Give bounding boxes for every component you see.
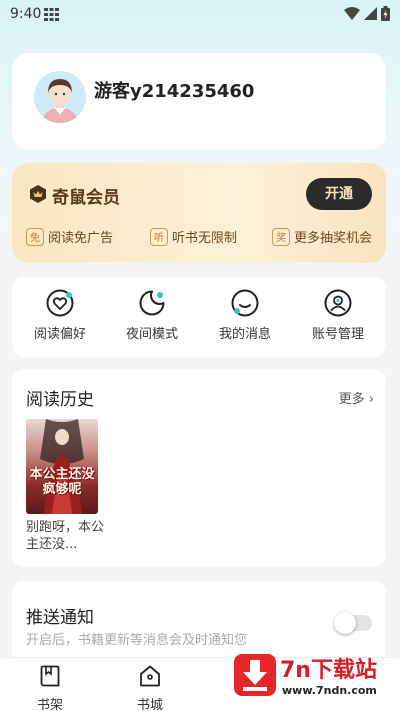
nav-bookstore[interactable]: 书城: [120, 664, 180, 711]
signal-icon: [364, 7, 377, 20]
no-ads-badge-icon: 免: [26, 227, 44, 246]
wifi-icon: [344, 7, 360, 20]
account-icon: [324, 289, 352, 317]
action-label: 我的消息: [218, 327, 271, 342]
vip-benefit-no-ads: 免 阅读免广告: [26, 227, 113, 246]
nav-label: 书架: [36, 698, 63, 711]
action-label: 阅读偏好: [33, 327, 86, 342]
audio-badge-icon: 听: [150, 227, 168, 246]
watermark-title: 7n下载站: [280, 658, 377, 683]
battery-icon: [381, 6, 390, 21]
quick-actions-card: 阅读偏好 夜间模式 我的消息 账号管理: [12, 277, 386, 357]
message-icon: [231, 289, 259, 317]
history-more-label: 更多: [338, 392, 365, 407]
action-my-messages[interactable]: 我的消息: [205, 289, 285, 342]
bookshelf-icon: [40, 665, 60, 687]
vip-benefit-label: 听书无限制: [172, 231, 238, 246]
chevron-right-icon: ›: [368, 392, 374, 407]
vip-crown-icon: [30, 185, 46, 203]
vip-benefit-label: 阅读免广告: [48, 231, 114, 246]
download-logo-icon: [234, 654, 276, 696]
reading-history-card: 阅读历史 更多 › 本公主还没疯够呢 别跑呀，本公主还没...: [12, 369, 386, 567]
watermark: 7n下载站 www.7ndn.com: [234, 652, 394, 704]
book-name[interactable]: 别跑呀，本公主还没...: [26, 519, 106, 553]
push-title: 推送通知: [26, 608, 94, 628]
vip-benefit-label: 更多抽奖机会: [294, 231, 373, 246]
vip-card[interactable]: 奇鼠会员 开通 免 阅读免广告 听 听书无限制 奖 更多抽奖机会: [12, 163, 386, 263]
avatar[interactable]: [34, 71, 86, 123]
book-cover-title: 本公主还没疯够呢: [29, 467, 95, 497]
status-time: 9:40: [10, 6, 42, 22]
nav-bookshelf[interactable]: 书架: [20, 664, 80, 711]
notification-grid-icon: [44, 8, 59, 21]
vip-open-button[interactable]: 开通: [306, 178, 372, 210]
lottery-badge-icon: 奖: [272, 227, 290, 246]
action-night-mode[interactable]: 夜间模式: [112, 289, 192, 342]
action-label: 账号管理: [311, 327, 364, 342]
avatar-illustration-icon: [34, 71, 86, 123]
action-reading-preference[interactable]: 阅读偏好: [20, 289, 100, 342]
push-description: 开启后，书籍更新等消息会及时通知您: [26, 633, 248, 648]
history-more-link[interactable]: 更多 ›: [339, 388, 374, 407]
vip-benefit-lottery: 奖 更多抽奖机会: [272, 227, 372, 246]
vip-benefit-audio: 听 听书无限制: [150, 227, 237, 246]
toggle-knob: [334, 612, 356, 634]
status-icons: [344, 6, 390, 21]
username: 游客y214235460: [94, 81, 255, 102]
watermark-url: www.7ndn.com: [282, 684, 377, 697]
action-label: 夜间模式: [125, 327, 178, 342]
moon-icon: [139, 290, 165, 316]
vip-title: 奇鼠会员: [52, 188, 120, 208]
profile-card[interactable]: 游客y214235460: [12, 53, 386, 149]
push-toggle[interactable]: [334, 612, 372, 634]
nav-label: 书城: [136, 698, 163, 711]
heart-icon: [46, 289, 74, 317]
action-account-management[interactable]: 账号管理: [298, 289, 378, 342]
status-bar: 9:40: [0, 0, 400, 30]
bookstore-icon: [140, 665, 160, 687]
history-title: 阅读历史: [26, 390, 94, 410]
book-cover[interactable]: 本公主还没疯够呢: [26, 419, 98, 514]
